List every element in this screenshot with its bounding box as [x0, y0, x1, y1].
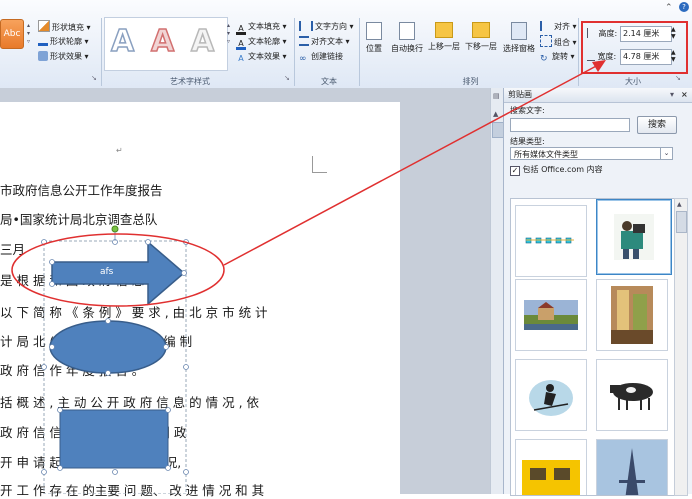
results-type-select[interactable]: 所有媒体文件类型 ⌄ — [510, 147, 673, 160]
send-backward-button[interactable]: 下移一层 — [463, 22, 499, 52]
results-type-label: 结果类型: — [510, 137, 545, 146]
clipart-thumb-bulbs[interactable] — [515, 205, 587, 277]
rectangle-shape[interactable] — [59, 409, 169, 469]
clipart-thumb-ruins[interactable] — [596, 279, 668, 351]
create-link-button[interactable]: ∞ 创建链接 — [299, 50, 343, 64]
text-effects-icon: A — [238, 54, 244, 63]
wordart-style-3[interactable]: A — [190, 23, 215, 60]
gallery-scroll-thumb[interactable] — [676, 211, 687, 233]
shapes-layer — [41, 225, 189, 494]
clipart-thumb-cow[interactable] — [596, 359, 668, 431]
close-pane-icon[interactable]: × — [681, 88, 688, 102]
bring-forward-icon — [435, 22, 453, 38]
link-icon: ∞ — [299, 54, 307, 64]
wordart-group-label: 艺术字样式 — [170, 77, 210, 86]
include-office-checkbox[interactable]: ✓ 包括 Office.com 内容 — [510, 164, 603, 176]
clipart-thumb-village[interactable] — [515, 279, 587, 351]
position-icon — [366, 22, 382, 40]
align-text-button[interactable]: 对齐文本 ▾ — [299, 35, 350, 49]
dialog-launcher-icon[interactable]: ↘ — [91, 74, 97, 82]
rotate-icon: ↻ — [540, 54, 548, 64]
wordart-style-1[interactable]: A — [110, 23, 135, 60]
group-button[interactable]: 组合 ▾ — [540, 35, 577, 49]
width-input[interactable]: 4.78 厘米 — [620, 49, 672, 65]
search-label: 搜索文字: — [510, 106, 545, 115]
ellipse-shape[interactable] — [49, 320, 167, 374]
clipart-thumb-taxi[interactable] — [515, 439, 587, 495]
dialog-launcher-icon[interactable]: ↘ — [675, 74, 681, 82]
wrap-text-button[interactable]: 自动换行 — [389, 22, 425, 54]
shape-effects-button[interactable]: 形状效果 ▾ — [38, 50, 89, 64]
wordart-style-2[interactable]: A — [150, 23, 175, 60]
send-backward-icon — [472, 22, 490, 38]
height-row: 高度: 2.14 厘米 ▲ ▼ — [587, 26, 679, 42]
gallery-scrollbar[interactable]: ▲ — [674, 198, 688, 496]
text-outline-icon: A — [236, 40, 246, 50]
text-outline-button[interactable]: A 文本轮廓 ▾ — [236, 35, 287, 50]
rotate-handle-icon[interactable] — [111, 225, 119, 233]
clipart-thumb-skier[interactable] — [515, 359, 587, 431]
align-text-icon — [299, 36, 309, 46]
wordart-scroll-icon[interactable]: ▴ ▾ ▿ — [227, 22, 230, 46]
scroll-up-icon[interactable]: ▲ — [677, 201, 682, 208]
position-button[interactable]: 位置 — [363, 22, 385, 54]
clipart-pane-title: 剪贴画 — [508, 90, 532, 99]
wrap-text-icon — [399, 22, 415, 40]
help-icon[interactable]: ? — [679, 2, 689, 12]
search-button[interactable]: 搜索 — [637, 116, 677, 134]
height-input[interactable]: 2.14 厘米 — [620, 26, 672, 42]
height-label: 高度: — [598, 29, 618, 38]
text-fill-icon: A — [236, 25, 246, 35]
search-input[interactable] — [510, 118, 630, 132]
selection-pane-button[interactable]: 选择窗格 — [501, 22, 537, 54]
text-effects-button[interactable]: A 文本效果 ▾ — [236, 50, 286, 64]
document-page[interactable]: ↵ 市政府信息公开工作年度报告 局•国家统计局北京调查总队 三月 是 根 据 和… — [0, 102, 400, 498]
ruler-toggle-icon[interactable]: ▤ — [493, 92, 500, 100]
text-direction-button[interactable]: 文字方向 ▾ — [299, 20, 354, 34]
clipart-thumb-eiffel[interactable] — [596, 439, 668, 495]
width-label: 宽度: — [597, 52, 617, 61]
rotate-button[interactable]: ↻ 旋转 ▾ — [540, 50, 575, 64]
clipart-pane: 剪贴画 ▾ × 搜索文字: 搜索 结果类型: 所有媒体文件类型 ⌄ ✓ 包括 O… — [503, 88, 692, 496]
ribbon: ⌃ ? Abc ▴ ▾ ▿ 形状填充 ▾ 形状轮廓 ▾ 形状效果 ▾ ↘ A A A… — [0, 0, 692, 89]
width-spinner[interactable]: ▲ ▼ — [671, 49, 677, 63]
clipart-gallery — [510, 198, 675, 496]
wordart-gallery[interactable]: A A A — [104, 17, 228, 71]
arrow-shape-text: afs — [100, 267, 114, 277]
height-icon — [587, 28, 596, 38]
collapse-ribbon-icon[interactable]: ⌃ — [665, 3, 673, 13]
paint-bucket-icon — [38, 20, 50, 32]
bring-forward-button[interactable]: 上移一层 — [426, 22, 462, 52]
dialog-launcher-icon[interactable]: ↘ — [284, 74, 290, 82]
checkbox-icon[interactable]: ✓ — [510, 166, 520, 176]
scroll-up-icon[interactable]: ▲ — [493, 110, 498, 118]
text-group-label: 文本 — [321, 77, 337, 86]
selection-pane-icon — [511, 22, 527, 40]
chevron-down-icon[interactable]: ⌄ — [660, 148, 672, 159]
width-icon — [587, 50, 595, 61]
pen-icon — [38, 36, 48, 46]
pane-menu-icon[interactable]: ▾ — [670, 88, 674, 102]
clipart-pane-header: 剪贴画 ▾ × — [504, 88, 692, 103]
text-fill-button[interactable]: A 文本填充 ▾ — [236, 20, 287, 35]
group-icon — [540, 35, 552, 47]
shape-effects-icon — [38, 51, 48, 61]
width-row: 宽度: 4.78 厘米 ▲ ▼ — [587, 49, 679, 65]
arrow-shape[interactable] — [51, 240, 186, 306]
vertical-scrollbar[interactable]: ▤ ▲ — [490, 88, 504, 494]
height-spinner[interactable]: ▲ ▼ — [671, 26, 677, 40]
arrange-group-label: 排列 — [462, 77, 479, 86]
align-button[interactable]: 对齐 ▾ — [540, 20, 577, 34]
shape-outline-button[interactable]: 形状轮廓 ▾ — [38, 35, 89, 49]
style-scroll-icon[interactable]: ▴ ▾ ▿ — [27, 22, 30, 46]
size-group: 高度: 2.14 厘米 ▲ ▼ 宽度: 4.78 厘米 ▲ ▼ — [581, 17, 685, 69]
clipart-thumb-photographer[interactable] — [596, 199, 672, 275]
shape-fill-button[interactable]: 形状填充 ▾ — [38, 20, 91, 34]
size-group-label: 大小 — [625, 77, 641, 86]
text-direction-icon — [299, 21, 313, 31]
align-icon — [540, 21, 552, 31]
shape-style-sample[interactable]: Abc — [0, 19, 24, 49]
